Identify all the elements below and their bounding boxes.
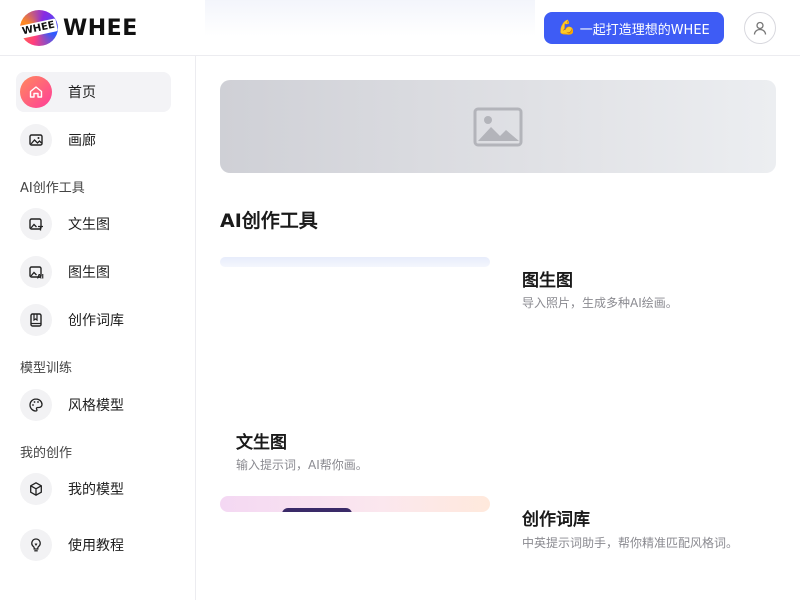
sidebar-item-label: 使用教程 (68, 538, 124, 554)
palette-icon (20, 389, 52, 421)
section-ai-tools: AI创作工具 (20, 181, 85, 196)
image-to-image-card-desc: 导入照片，生成多种AI绘画。 (522, 296, 678, 310)
lightbulb-icon (20, 529, 52, 561)
text-to-image-card-desc: 输入提示词，AI帮你画。 (236, 458, 368, 472)
text-to-image-card-title[interactable]: 文生图 (236, 428, 287, 453)
sidebar-item-label: 风格模型 (68, 398, 124, 414)
sidebar-item-tutorial[interactable]: 使用教程 (16, 525, 171, 565)
image-to-image-icon: AI (20, 256, 52, 288)
image-to-image-card-title[interactable]: 图生图 (522, 266, 573, 291)
prompt-library-card-image[interactable] (220, 496, 490, 512)
prompt-library-card-desc: 中英提示词助手，帮你精准匹配风格词。 (522, 536, 739, 550)
sidebar: 首页 画廊 AI创作工具 文生图 AI 图生图 创作词库 模型训练 风格模型 我… (0, 56, 196, 600)
sidebar-item-text-to-image[interactable]: 文生图 (16, 204, 171, 244)
build-whee-button[interactable]: 💪 一起打造理想的WHEE (544, 12, 724, 44)
top-header: WHEE WHEE 💪 一起打造理想的WHEE (0, 0, 800, 56)
user-avatar[interactable] (744, 12, 776, 44)
build-whee-label: 一起打造理想的WHEE (579, 22, 710, 38)
sidebar-item-label: 图生图 (68, 265, 110, 281)
sidebar-item-label: 创作词库 (68, 313, 124, 329)
sidebar-item-label: 首页 (68, 85, 96, 101)
phone-illustration (282, 508, 352, 512)
whee-logo[interactable]: WHEE WHEE (19, 10, 138, 46)
header-glow (205, 0, 535, 36)
hero-banner[interactable] (220, 80, 776, 173)
main-content: AI创作工具 图生图 导入照片，生成多种AI绘画。 文生图 输入提示词，AI帮你… (196, 56, 800, 600)
section-model-training: 模型训练 (20, 361, 73, 376)
sidebar-item-prompt-library[interactable]: 创作词库 (16, 300, 171, 340)
sidebar-item-home[interactable]: 首页 (16, 72, 171, 112)
sidebar-item-gallery[interactable]: 画廊 (16, 120, 171, 160)
prompt-library-icon (20, 304, 52, 336)
user-icon (753, 21, 767, 35)
svg-text:AI: AI (37, 274, 44, 281)
logo-badge-text: WHEE (19, 17, 59, 39)
sidebar-item-my-models[interactable]: 我的模型 (16, 469, 171, 509)
text-to-image-card-image[interactable] (220, 257, 490, 267)
prompt-library-card-title[interactable]: 创作词库 (522, 505, 590, 530)
sidebar-item-image-to-image[interactable]: AI 图生图 (16, 252, 171, 292)
sidebar-item-label: 文生图 (68, 217, 110, 233)
text-to-image-icon (20, 208, 52, 240)
section-title: AI创作工具 (220, 210, 318, 232)
flexed-biceps-icon: 💪 (558, 20, 576, 36)
sidebar-item-label: 画廊 (68, 133, 96, 149)
cube-icon (20, 473, 52, 505)
logo-text: WHEE (63, 15, 138, 41)
home-icon (20, 76, 52, 108)
image-placeholder-icon (473, 107, 523, 146)
sidebar-item-label: 我的模型 (68, 482, 124, 498)
gallery-icon (20, 124, 52, 156)
whee-logo-mark: WHEE (19, 10, 59, 46)
section-my-creations: 我的创作 (20, 446, 73, 461)
sidebar-item-style-model[interactable]: 风格模型 (16, 385, 171, 425)
